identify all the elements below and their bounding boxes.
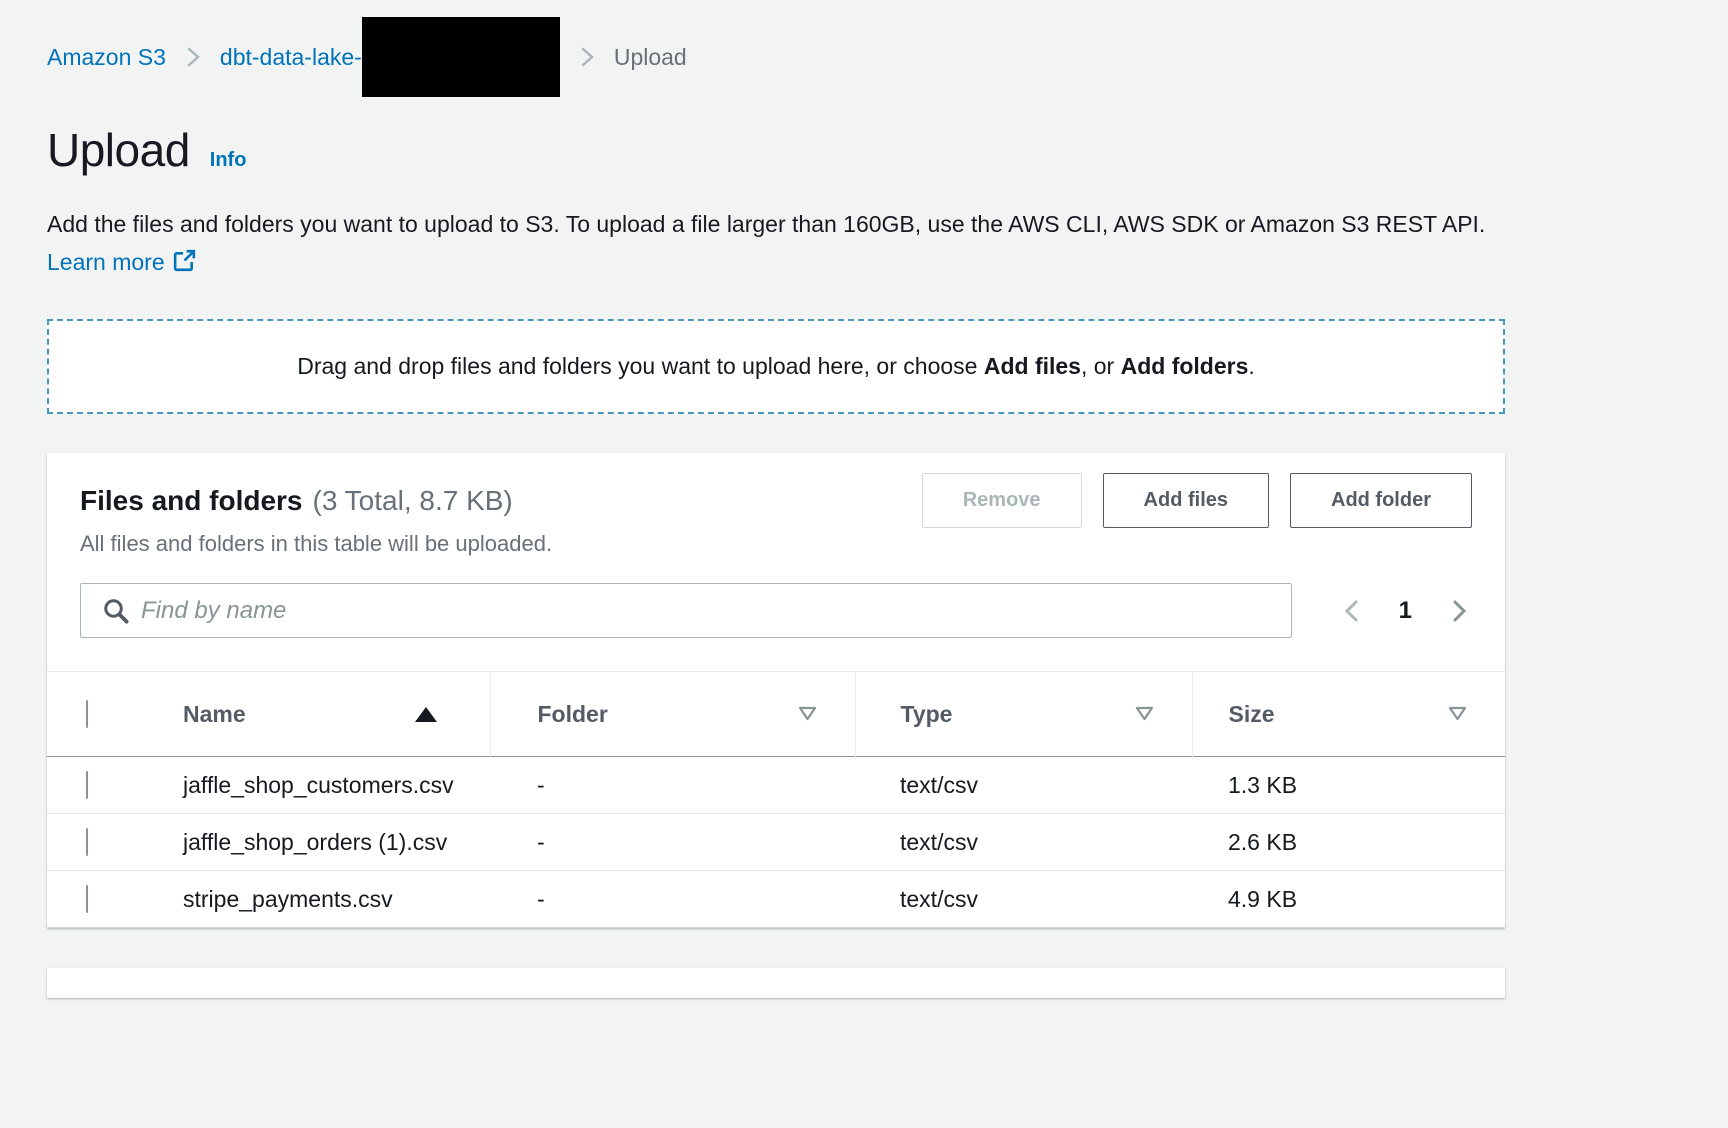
file-name: stripe_payments.csv bbox=[145, 871, 490, 928]
panel-subtitle: All files and folders in this table will… bbox=[80, 531, 1472, 557]
file-folder: - bbox=[490, 871, 855, 928]
search-box[interactable] bbox=[80, 583, 1292, 638]
table-toolbar: 1 bbox=[47, 583, 1505, 638]
drag-and-drop-zone[interactable]: Drag and drop files and folders you want… bbox=[47, 319, 1505, 414]
info-link[interactable]: Info bbox=[210, 149, 247, 172]
table-row: jaffle_shop_orders (1).csv - text/csv 2.… bbox=[47, 814, 1505, 871]
external-link-icon bbox=[173, 245, 196, 283]
add-folder-button[interactable]: Add folder bbox=[1290, 473, 1472, 528]
dropzone-text: Drag and drop files and folders you want… bbox=[297, 353, 1255, 380]
chevron-right-icon bbox=[180, 44, 206, 70]
panel-actions: Remove Add files Add folder bbox=[922, 473, 1472, 528]
file-size: 4.9 KB bbox=[1192, 871, 1505, 928]
search-input[interactable] bbox=[141, 584, 1275, 637]
row-checkbox[interactable] bbox=[86, 828, 88, 856]
column-header-name[interactable]: Name bbox=[145, 672, 490, 757]
s3-upload-page: Amazon S3 dbt-data-lake- Upload Upload I… bbox=[0, 0, 1728, 998]
row-checkbox[interactable] bbox=[86, 771, 88, 799]
table-row: stripe_payments.csv - text/csv 4.9 KB bbox=[47, 871, 1505, 928]
column-header-folder[interactable]: Folder bbox=[490, 672, 855, 757]
file-size: 2.6 KB bbox=[1192, 814, 1505, 871]
file-folder: - bbox=[490, 814, 855, 871]
file-type: text/csv bbox=[855, 814, 1192, 871]
chevron-left-icon bbox=[1339, 596, 1365, 626]
intro-paragraph: Add the files and folders you want to up… bbox=[47, 205, 1507, 283]
table-header-row: Name Folder Type bbox=[47, 672, 1505, 757]
redacted-bucket-name bbox=[362, 17, 560, 97]
panel-count-summary: (3 Total, 8.7 KB) bbox=[313, 485, 513, 517]
file-type: text/csv bbox=[855, 757, 1192, 814]
panel-title: Files and folders bbox=[80, 485, 303, 517]
file-type: text/csv bbox=[855, 871, 1192, 928]
sortable-icon bbox=[1135, 706, 1154, 722]
add-files-button[interactable]: Add files bbox=[1103, 473, 1269, 528]
chevron-right-icon bbox=[574, 44, 600, 70]
previous-page-button[interactable] bbox=[1339, 596, 1365, 626]
breadcrumb-bucket-name[interactable]: dbt-data-lake- bbox=[220, 44, 362, 71]
breadcrumb: Amazon S3 dbt-data-lake- Upload bbox=[47, 0, 1681, 97]
table-row: jaffle_shop_customers.csv - text/csv 1.3… bbox=[47, 757, 1505, 814]
files-table: Name Folder Type bbox=[47, 671, 1505, 927]
sort-ascending-icon bbox=[415, 707, 437, 722]
pagination: 1 bbox=[1339, 596, 1472, 626]
row-checkbox[interactable] bbox=[86, 885, 88, 913]
remove-button[interactable]: Remove bbox=[922, 473, 1082, 528]
sortable-icon bbox=[1448, 706, 1467, 722]
files-and-folders-panel: Files and folders (3 Total, 8.7 KB) All … bbox=[47, 453, 1505, 928]
breadcrumb-upload: Upload bbox=[614, 44, 687, 71]
intro-text: Add the files and folders you want to up… bbox=[47, 211, 1485, 237]
column-header-type[interactable]: Type bbox=[855, 672, 1192, 757]
page-title: Upload bbox=[47, 123, 190, 177]
file-name: jaffle_shop_orders (1).csv bbox=[145, 814, 490, 871]
file-name: jaffle_shop_customers.csv bbox=[145, 757, 490, 814]
current-page-number[interactable]: 1 bbox=[1399, 597, 1412, 625]
next-page-button[interactable] bbox=[1446, 596, 1472, 626]
learn-more-link[interactable]: Learn more bbox=[47, 249, 196, 275]
column-header-size[interactable]: Size bbox=[1192, 672, 1505, 757]
next-panel-edge bbox=[47, 968, 1505, 998]
search-icon bbox=[101, 596, 131, 626]
select-all-checkbox[interactable] bbox=[86, 700, 88, 728]
sortable-icon bbox=[798, 706, 817, 722]
file-size: 1.3 KB bbox=[1192, 757, 1505, 814]
file-folder: - bbox=[490, 757, 855, 814]
chevron-right-icon bbox=[1446, 596, 1472, 626]
page-header: Upload Info bbox=[47, 123, 1681, 177]
breadcrumb-amazon-s3[interactable]: Amazon S3 bbox=[47, 44, 166, 71]
